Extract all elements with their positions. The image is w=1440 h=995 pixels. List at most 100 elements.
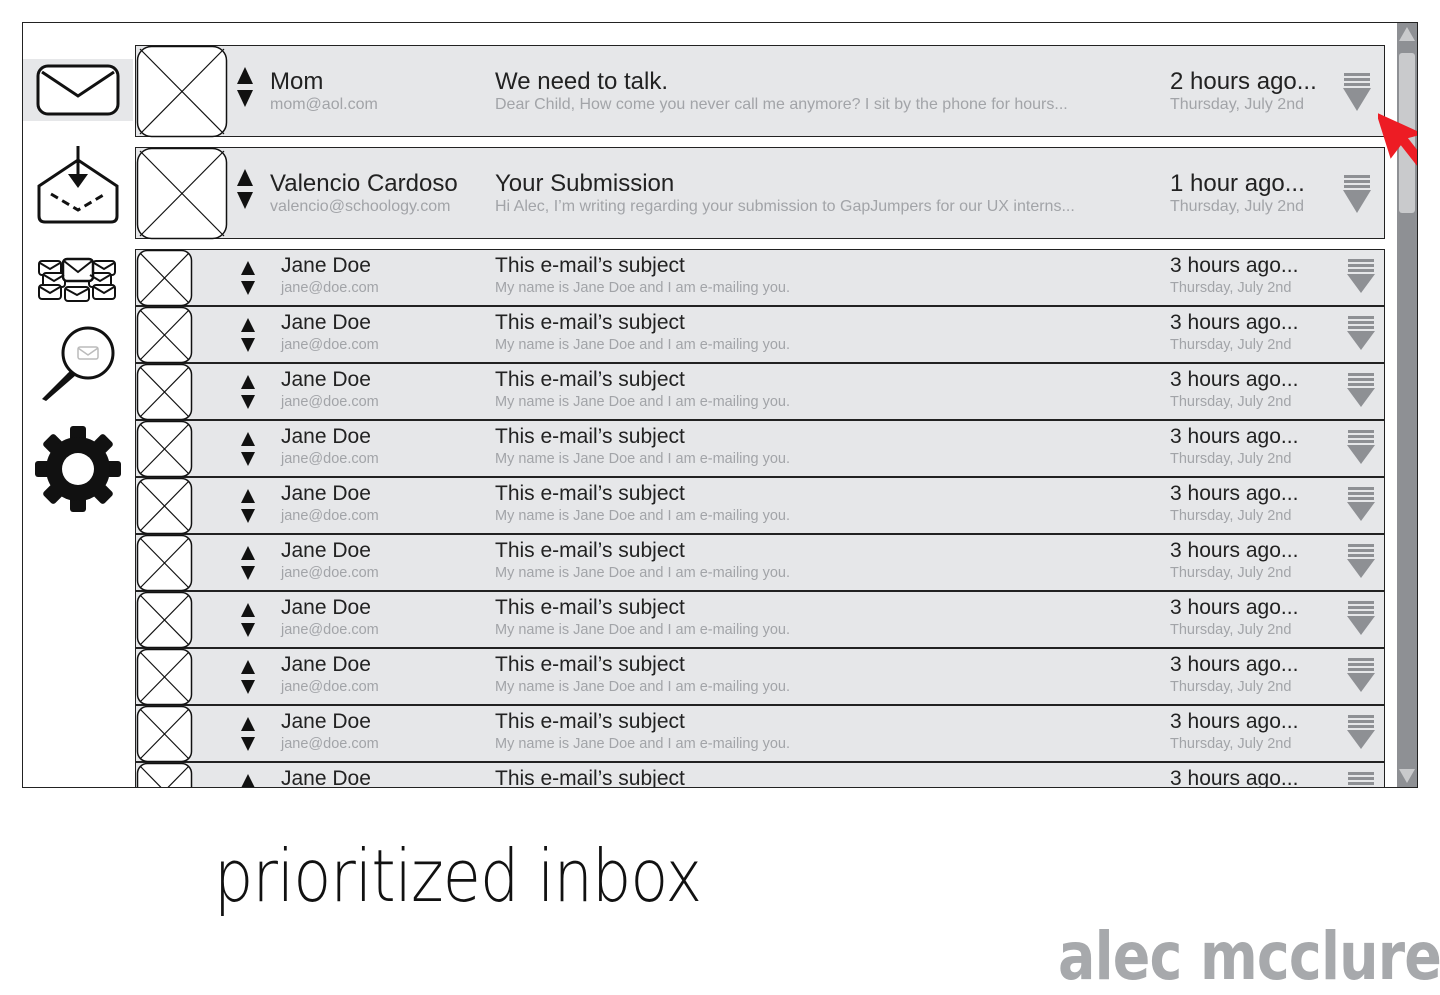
- email-row[interactable]: Jane Doejane@doe.comThis e-mail’s subjec…: [135, 420, 1385, 478]
- received-time: 2 hours ago...: [1170, 68, 1317, 95]
- received-date: Thursday, July 2nd: [1170, 280, 1292, 296]
- priority-sort-icon[interactable]: [240, 260, 256, 296]
- priority-sort-icon[interactable]: [240, 317, 256, 353]
- received-date: Thursday, July 2nd: [1170, 508, 1292, 524]
- received-date: Thursday, July 2nd: [1170, 622, 1292, 638]
- email-subject: This e-mail’s subject: [495, 368, 685, 391]
- sender-email: jane@doe.com: [281, 679, 379, 695]
- priority-sort-icon[interactable]: [240, 773, 256, 788]
- email-row[interactable]: Jane Doejane@doe.comThis e-mail’s subjec…: [135, 477, 1385, 535]
- email-row[interactable]: Valencio Cardoso valencio@schoology.com Yo…: [135, 147, 1385, 240]
- avatar-placeholder-icon: [136, 147, 228, 240]
- email-subject: This e-mail’s subject: [495, 596, 685, 619]
- sender-name: Jane Doe: [281, 539, 371, 562]
- row-menu-icon[interactable]: [1342, 72, 1372, 112]
- row-menu-icon[interactable]: [1346, 714, 1376, 750]
- row-menu-icon[interactable]: [1346, 486, 1376, 522]
- email-subject: Your Submission: [495, 170, 675, 197]
- row-menu-icon[interactable]: [1346, 372, 1376, 408]
- priority-sort-icon[interactable]: [236, 66, 254, 108]
- email-preview: My name is Jane Doe and I am e-mailing y…: [495, 337, 790, 353]
- sidebar-item-search[interactable]: [23, 323, 133, 405]
- email-row[interactable]: Jane Doe jane@doe.com This e-mail’s subjec…: [135, 534, 1385, 592]
- email-row[interactable]: Jane Doe jane@doe.com This e-mail’s subjec…: [135, 363, 1385, 421]
- sidebar-item-settings[interactable]: [23, 423, 133, 515]
- email-preview: Dear Child, How come you never call me a…: [495, 96, 1068, 113]
- avatar-placeholder-icon: [136, 591, 193, 649]
- received-time: 3 hours ago...: [1170, 425, 1299, 448]
- received-date: Thursday, July 2nd: [1170, 198, 1304, 215]
- email-subject: This e-mail’s subject: [495, 539, 685, 562]
- sender-name: Valencio Cardoso: [270, 170, 458, 197]
- row-menu-icon[interactable]: [1346, 657, 1376, 693]
- email-row[interactable]: Jane Doejane@doe.comThis e-mail’s subjec…: [135, 249, 1385, 307]
- priority-sort-icon[interactable]: [240, 374, 256, 410]
- sidebar-item-inbox[interactable]: [23, 59, 133, 121]
- avatar-placeholder-icon: [136, 534, 193, 592]
- received-time: 3 hours ago...: [1170, 767, 1299, 788]
- sender-name: Jane Doe: [281, 710, 371, 733]
- priority-sort-icon[interactable]: [240, 488, 256, 524]
- avatar-placeholder-icon: [136, 648, 193, 706]
- email-preview: Hi Alec, I’m writing regarding your subm…: [495, 198, 1075, 215]
- received-time: 3 hours ago...: [1170, 254, 1299, 277]
- received-time: 3 hours ago...: [1170, 311, 1299, 334]
- email-subject: This e-mail’s subject: [495, 653, 685, 676]
- email-row[interactable]: Jane Doejane@doe.comThis e-mail’s subjec…: [135, 705, 1385, 763]
- avatar-placeholder-icon: [136, 705, 193, 763]
- inbox-icon: [36, 64, 120, 116]
- sender-email: jane@doe.com: [281, 394, 379, 410]
- scroll-down-arrow-icon[interactable]: [1397, 765, 1417, 787]
- sender-name: Jane Doe: [281, 368, 371, 391]
- email-subject: This e-mail’s subject: [495, 710, 685, 733]
- email-subject: This e-mail’s subject: [495, 425, 685, 448]
- email-row[interactable]: Jane Doejane@doe.comThis e-mail’s subjec…: [135, 762, 1385, 788]
- received-date: Thursday, July 2nd: [1170, 337, 1292, 353]
- sender-name: Jane Doe: [281, 653, 371, 676]
- email-row[interactable]: Mom mom@aol.com We need to talk. Dear Child…: [135, 45, 1385, 138]
- email-preview: My name is Jane Doe and I am e-mailing y…: [495, 508, 790, 524]
- received-time: 1 hour ago...: [1170, 170, 1305, 197]
- app-window: Mom mom@aol.com We need to talk. Dear Child…: [22, 22, 1418, 788]
- avatar-placeholder-icon: [136, 45, 228, 138]
- received-date: Thursday, July 2nd: [1170, 736, 1292, 752]
- priority-sort-icon[interactable]: [240, 659, 256, 695]
- received-time: 3 hours ago...: [1170, 596, 1299, 619]
- sender-name: Jane Doe: [281, 767, 371, 788]
- received-time: 3 hours ago...: [1170, 539, 1299, 562]
- priority-sort-icon[interactable]: [240, 602, 256, 638]
- priority-sort-icon[interactable]: [240, 545, 256, 581]
- email-preview: My name is Jane Doe and I am e-mailing y…: [495, 565, 790, 581]
- priority-sort-icon[interactable]: [236, 168, 254, 210]
- received-date: Thursday, July 2nd: [1170, 96, 1304, 113]
- row-menu-icon[interactable]: [1346, 543, 1376, 579]
- email-subject: This e-mail’s subject: [495, 767, 685, 788]
- email-subject: We need to talk.: [495, 68, 668, 95]
- magnifier-icon: [42, 326, 115, 401]
- sidebar-item-all-mail[interactable]: [23, 251, 133, 309]
- email-preview: My name is Jane Doe and I am e-mailing y…: [495, 622, 790, 638]
- gear-icon: [35, 426, 121, 512]
- row-menu-icon[interactable]: [1346, 315, 1376, 351]
- row-menu-icon[interactable]: [1346, 771, 1376, 788]
- avatar-placeholder-icon: [136, 249, 193, 307]
- sender-email: valencio@schoology.com: [270, 198, 451, 215]
- row-menu-icon[interactable]: [1346, 600, 1376, 636]
- received-time: 3 hours ago...: [1170, 710, 1299, 733]
- email-row[interactable]: Jane Doe jane@doe.com This e-mail’s subjec…: [135, 648, 1385, 706]
- sender-name: Jane Doe: [281, 425, 371, 448]
- avatar-placeholder-icon: [136, 762, 193, 787]
- priority-sort-icon[interactable]: [240, 431, 256, 467]
- row-menu-icon[interactable]: [1346, 258, 1376, 294]
- email-row[interactable]: Jane Doejane@doe.comThis e-mail’s subjec…: [135, 306, 1385, 364]
- scroll-up-arrow-icon[interactable]: [1397, 23, 1417, 45]
- row-menu-icon[interactable]: [1346, 429, 1376, 465]
- email-row[interactable]: Jane Doejane@doe.comThis e-mail’s subjec…: [135, 591, 1385, 649]
- sender-name: Jane Doe: [281, 596, 371, 619]
- received-time: 3 hours ago...: [1170, 368, 1299, 391]
- priority-sort-icon[interactable]: [240, 716, 256, 752]
- row-menu-icon[interactable]: [1342, 174, 1372, 214]
- email-preview: My name is Jane Doe and I am e-mailing y…: [495, 394, 790, 410]
- sender-email: jane@doe.com: [281, 565, 379, 581]
- sidebar-item-download[interactable]: [23, 145, 133, 227]
